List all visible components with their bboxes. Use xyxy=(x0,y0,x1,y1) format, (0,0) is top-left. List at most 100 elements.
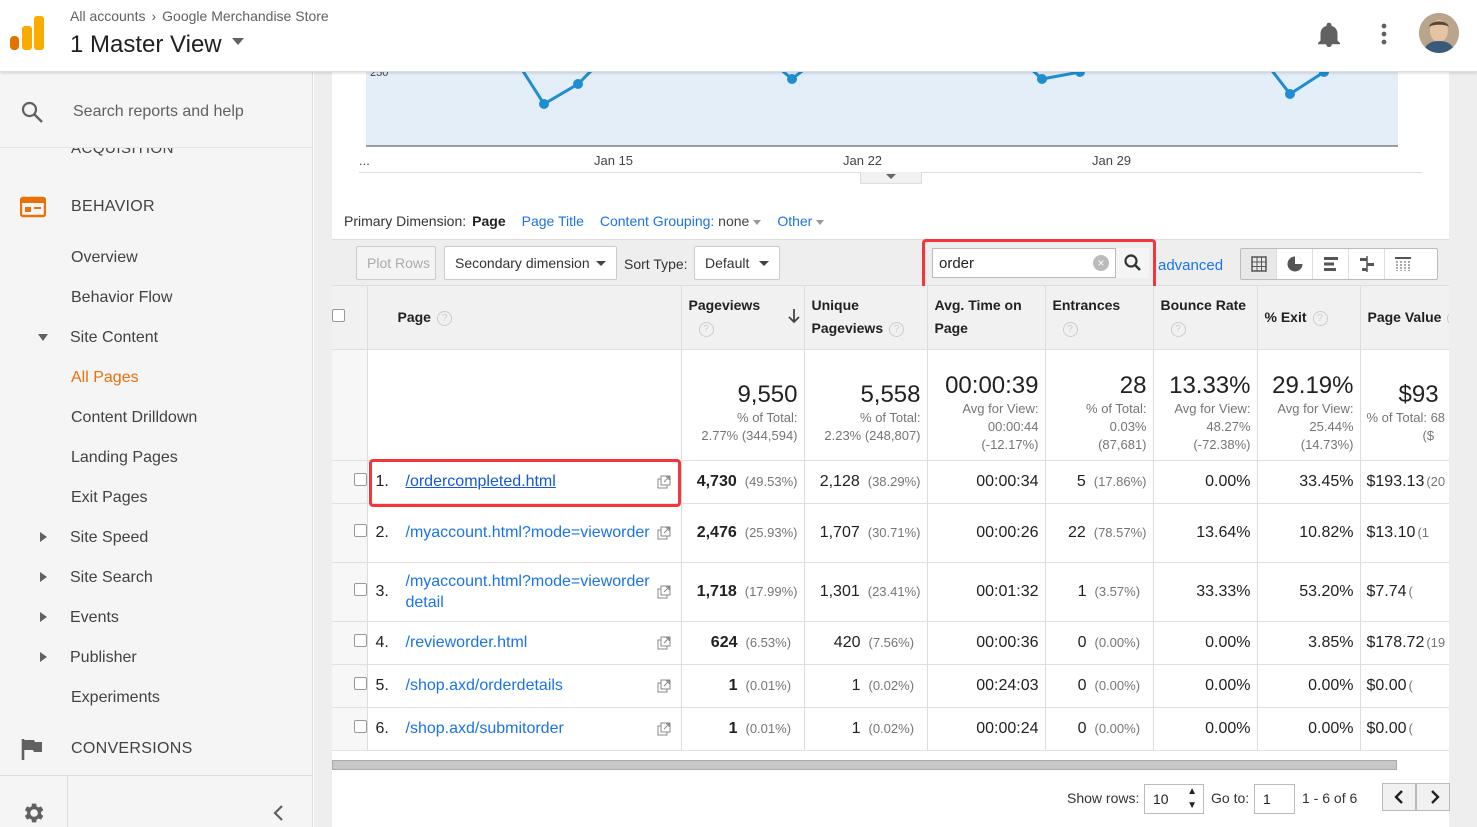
column-header-avg-time[interactable]: Avg. Time on Page xyxy=(927,286,1046,350)
page-link[interactable]: /myaccount.html?mode=vieworderdetail xyxy=(406,571,651,613)
view-pivot-button[interactable] xyxy=(1385,249,1437,279)
column-header-entrances[interactable]: Entrances? xyxy=(1045,286,1154,350)
dimension-page-title-link[interactable]: Page Title xyxy=(522,213,584,229)
sidebar-item-all-pages[interactable]: All Pages xyxy=(71,369,139,387)
row-checkbox[interactable] xyxy=(353,676,366,690)
column-header-pageviews[interactable]: Pageviews? xyxy=(681,286,805,350)
gear-icon[interactable] xyxy=(20,800,46,826)
breadcrumb-all-accounts[interactable]: All accounts xyxy=(70,8,145,24)
help-icon[interactable]: ? xyxy=(1170,322,1186,338)
open-external-icon[interactable] xyxy=(657,585,671,599)
open-external-icon[interactable] xyxy=(657,722,671,736)
sidebar-item-site-speed[interactable]: Site Speed xyxy=(70,529,148,547)
horizontal-scrollbar[interactable] xyxy=(332,760,1397,770)
dimension-page-current[interactable]: Page xyxy=(472,213,505,229)
pageviews-cell: 1 (0.01%) xyxy=(681,707,805,751)
next-page-button[interactable] xyxy=(1416,783,1450,811)
prev-page-button[interactable] xyxy=(1382,783,1416,811)
sidebar-item-exit-pages[interactable]: Exit Pages xyxy=(71,489,147,507)
sidebar-item-publisher[interactable]: Publisher xyxy=(70,649,137,667)
total-value: 9,550 xyxy=(737,380,798,408)
row-checkbox[interactable] xyxy=(353,582,366,596)
help-icon[interactable]: ? xyxy=(1062,322,1078,338)
bounce-rate-cell: 33.33% xyxy=(1153,562,1258,622)
sidebar-item-landing-pages[interactable]: Landing Pages xyxy=(71,449,178,467)
total-caption: (-72.38%) xyxy=(1193,436,1251,452)
sidebar-item-site-content[interactable]: Site Content xyxy=(70,329,158,347)
behavior-icon xyxy=(20,196,46,218)
expand-right-icon[interactable] xyxy=(40,652,47,662)
help-icon[interactable]: ? xyxy=(698,322,714,338)
view-performance-button[interactable] xyxy=(1313,249,1349,279)
row-checkbox[interactable] xyxy=(353,633,366,647)
sidebar-section-behavior[interactable]: BEHAVIOR xyxy=(0,188,312,228)
page-link[interactable]: /shop.axd/submitorder xyxy=(406,718,651,739)
other-dimension-dropdown[interactable]: Other xyxy=(777,213,825,229)
show-rows-select[interactable]: 10 ▲ ▼ xyxy=(1144,784,1204,814)
header-label: Page xyxy=(397,308,431,325)
content-grouping-dropdown[interactable]: Content Grouping: none xyxy=(600,213,762,229)
open-external-icon[interactable] xyxy=(657,679,671,693)
sidebar-item-content-drilldown[interactable]: Content Drilldown xyxy=(71,409,197,427)
page-link[interactable]: /myaccount.html?mode=vieworder xyxy=(406,522,651,543)
expand-right-icon[interactable] xyxy=(40,572,47,582)
chart-collapse-toggle[interactable] xyxy=(860,172,922,184)
secondary-dimension-dropdown[interactable]: Secondary dimension xyxy=(444,246,617,280)
pivot-icon xyxy=(1395,257,1411,271)
sidebar-footer xyxy=(0,775,312,827)
row-checkbox[interactable] xyxy=(353,719,366,733)
column-header-exit[interactable]: % Exit? xyxy=(1257,286,1361,350)
page-value-cell: $193.13 (20 xyxy=(1360,460,1449,504)
total-caption: (14.73%) xyxy=(1300,436,1354,452)
row-checkbox[interactable] xyxy=(353,472,366,486)
sidebar-search[interactable]: Search reports and help xyxy=(0,72,312,148)
collapse-sidebar-chevron-icon[interactable] xyxy=(272,804,284,822)
sidebar-section-conversions[interactable]: CONVERSIONS xyxy=(0,730,312,770)
goto-page-input[interactable]: 1 xyxy=(1254,784,1295,814)
sidebar-item-events[interactable]: Events xyxy=(70,609,119,627)
header-label: Pageviews xyxy=(811,320,884,337)
plot-rows-button[interactable]: Plot Rows xyxy=(356,246,436,280)
breadcrumb[interactable]: All accounts › Google Merchandise Store xyxy=(70,8,329,24)
help-icon[interactable]: ? xyxy=(1447,310,1449,326)
unique-pageviews-percent: (23.41%) xyxy=(867,583,921,599)
expand-right-icon[interactable] xyxy=(40,532,47,542)
pageviews-percent: (17.99%) xyxy=(744,583,798,599)
sidebar-item-site-search[interactable]: Site Search xyxy=(70,569,153,587)
analytics-logo-icon[interactable] xyxy=(10,16,44,50)
column-header-unique-pageviews[interactable]: Unique Pageviews? xyxy=(804,286,928,350)
select-all-cell xyxy=(332,286,368,350)
view-selector[interactable]: 1 Master View xyxy=(70,31,244,59)
page-link[interactable]: /revieworder.html xyxy=(406,632,651,653)
row-number: 4. xyxy=(375,633,389,651)
expand-right-icon[interactable] xyxy=(40,612,47,622)
help-icon[interactable]: ? xyxy=(889,322,905,338)
row-checkbox[interactable] xyxy=(353,523,366,537)
expand-down-icon[interactable] xyxy=(38,334,48,341)
page-link[interactable]: /shop.axd/orderdetails xyxy=(406,675,651,696)
view-comparison-button[interactable] xyxy=(1349,249,1385,279)
sidebar-item-overview[interactable]: Overview xyxy=(71,249,138,267)
total-value: 5,558 xyxy=(860,380,921,408)
notifications-bell-icon[interactable] xyxy=(1317,22,1341,48)
view-percentage-button[interactable] xyxy=(1277,249,1313,279)
column-header-bounce-rate[interactable]: Bounce Rate? xyxy=(1153,286,1258,350)
page-value-percent: (1 xyxy=(1417,524,1429,540)
advanced-filter-link[interactable]: advanced xyxy=(1158,257,1223,274)
breadcrumb-property[interactable]: Google Merchandise Store xyxy=(162,8,329,24)
select-all-checkbox[interactable] xyxy=(332,308,345,322)
sort-type-dropdown[interactable]: Default xyxy=(694,246,780,280)
column-header-page-value[interactable]: Page Value? xyxy=(1360,286,1449,350)
sidebar-item-experiments[interactable]: Experiments xyxy=(71,689,160,707)
unique-pageviews-value: 1,301 xyxy=(819,582,860,600)
more-options-icon[interactable] xyxy=(1378,22,1390,46)
open-external-icon[interactable] xyxy=(657,636,671,650)
open-external-icon[interactable] xyxy=(657,526,671,540)
search-reports-input[interactable]: Search reports and help xyxy=(73,103,244,121)
user-avatar[interactable] xyxy=(1419,13,1459,53)
view-data-table-button[interactable] xyxy=(1241,249,1277,279)
help-icon[interactable]: ? xyxy=(436,310,452,326)
sidebar-item-behavior-flow[interactable]: Behavior Flow xyxy=(71,289,172,307)
help-icon[interactable]: ? xyxy=(1312,310,1328,326)
column-header-page[interactable]: Page? xyxy=(367,286,682,350)
